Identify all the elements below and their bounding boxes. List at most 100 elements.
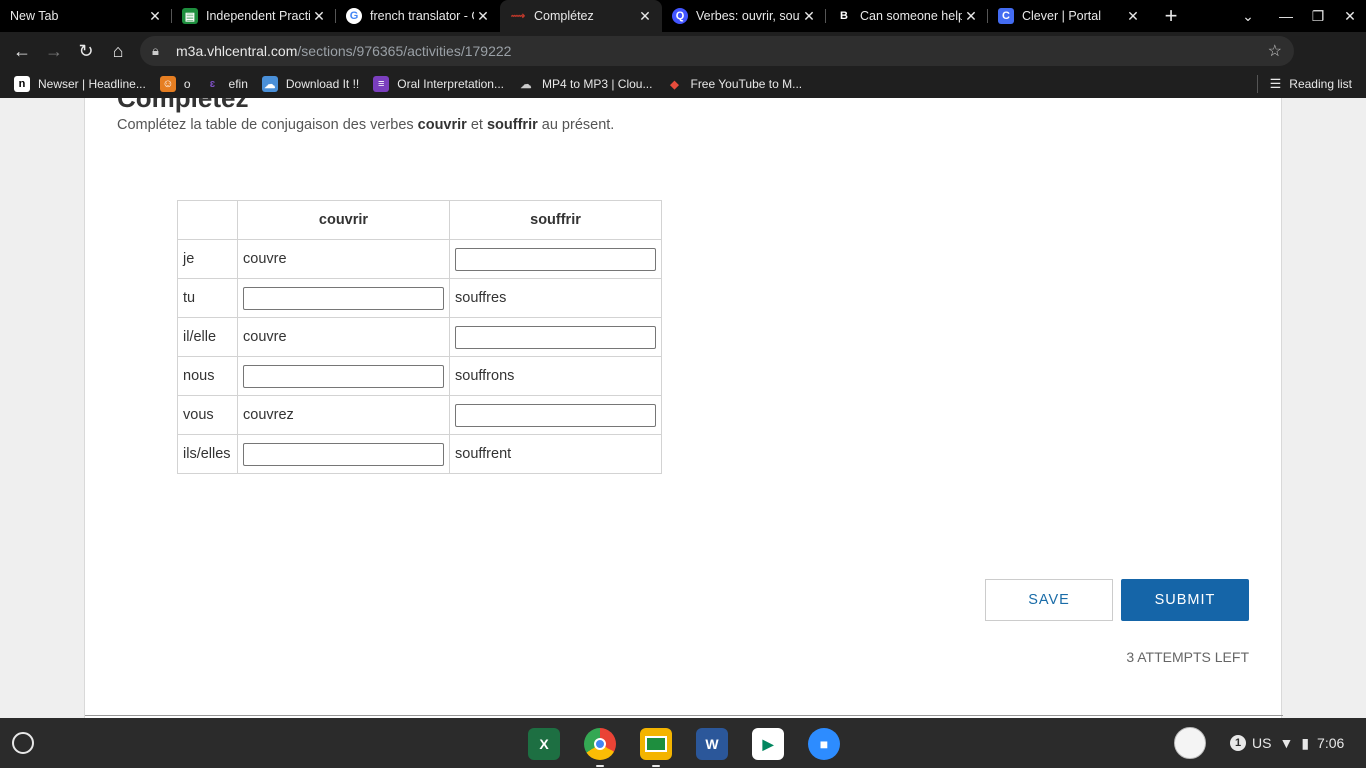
bookmark-free-youtube[interactable]: ◆ Free YouTube to M... [666, 76, 802, 92]
tab-title: french translator - Google Search [370, 9, 474, 23]
couvrir-cell: couvrez [237, 395, 450, 435]
tab-independent-practice[interactable]: ▤ Independent Practice ✕ [172, 0, 336, 32]
answer-input-nous-couvrir[interactable] [243, 364, 444, 388]
souffrir-cell [449, 395, 662, 435]
souffrir-cell: souffrons [449, 356, 662, 396]
close-icon[interactable]: ✕ [962, 7, 980, 25]
bookmarks-bar: n Newser | Headline... ☺ o ɛ efin ☁ Down… [0, 70, 1366, 98]
lock-icon[interactable]: 🔒︎ [152, 43, 168, 59]
tab-completez[interactable]: ⟿ Complétez ✕ [500, 0, 662, 32]
tab-new-tab[interactable]: New Tab ✕ [0, 0, 172, 32]
battery-icon: ▮ [1301, 734, 1310, 751]
clock: 7:06 [1317, 735, 1345, 751]
couvrir-cell: couvre [237, 317, 450, 357]
efin-icon: ɛ [209, 78, 216, 90]
person-icon: ☺ [159, 76, 176, 92]
pronoun-cell: nous [177, 356, 238, 396]
url-text[interactable]: m3a.vhlcentral.com/sections/976365/activ… [176, 43, 511, 59]
browser-toolbar: ← → ↻ ⌂ 🔒︎ m3a.vhlcentral.com/sections/9… [0, 32, 1366, 92]
chrome-icon[interactable] [584, 728, 616, 767]
notification-badge: 1 [1230, 735, 1246, 751]
couvrir-cell [237, 434, 450, 474]
play-store-icon[interactable]: ▶ [752, 728, 784, 760]
table-row: vous couvrez [177, 395, 662, 435]
submit-button[interactable]: SUBMIT [1121, 579, 1249, 621]
table-header-row: couvrir souffrir [177, 200, 662, 240]
tab-google-search[interactable]: G french translator - Google Search ✕ [336, 0, 500, 32]
tab-title: Clever | Portal [1022, 9, 1101, 23]
souffrir-cell [449, 239, 662, 279]
save-button[interactable]: SAVE [985, 579, 1113, 621]
page-title: Complétez [117, 98, 249, 113]
table-row: tu souffres [177, 278, 662, 318]
close-icon[interactable]: ✕ [310, 7, 328, 25]
conjugation-table: couvrir souffrir je couvre tu souffres i… [177, 200, 662, 474]
tab-title: Complétez [534, 9, 594, 23]
back-icon[interactable]: ← [6, 35, 38, 67]
bookmark-mp4-to-mp3[interactable]: ☁ MP4 to MP3 | Clou... [518, 76, 652, 92]
quizlet-icon: Q [672, 8, 688, 24]
excel-icon[interactable]: X [528, 728, 560, 760]
newser-icon: n [14, 76, 30, 92]
tab-clever[interactable]: C Clever | Portal ✕ [988, 0, 1150, 32]
tab-title: Can someone help [860, 9, 962, 23]
close-icon[interactable]: ✕ [636, 7, 654, 25]
pronoun-cell: ils/elles [177, 434, 238, 474]
status-area[interactable]: 1 US ▼ ▮ 7:06 [1218, 727, 1358, 759]
zoom-icon[interactable]: ■ [808, 728, 840, 760]
bookmark-efin[interactable]: ɛ efin [205, 76, 248, 92]
close-icon[interactable]: ✕ [474, 7, 492, 25]
table-row: je couvre [177, 239, 662, 279]
table-row: ils/elles souffrent [177, 434, 662, 474]
answer-input-tu-couvrir[interactable] [243, 286, 444, 310]
tab-brainly[interactable]: B Can someone help ✕ [826, 0, 988, 32]
tab-title: New Tab [10, 9, 59, 23]
answer-input-je-souffrir[interactable] [455, 247, 656, 271]
bookmark-star-icon[interactable]: ☆ [1268, 41, 1282, 61]
tab-search-icon[interactable]: ⌄ [1232, 0, 1264, 32]
vhl-icon: ⟿ [510, 10, 526, 22]
close-window-icon[interactable]: ✕ [1334, 0, 1366, 32]
address-bar[interactable]: 🔒︎ m3a.vhlcentral.com/sections/976365/ac… [140, 36, 1294, 66]
bookmark-oral-interpretation[interactable]: ≡ Oral Interpretation... [373, 76, 504, 92]
cloudconvert-icon: ☁ [520, 78, 532, 91]
tab-quizlet[interactable]: Q Verbes: ouvrir, souffrir ✕ [662, 0, 826, 32]
bookmark-newser[interactable]: n Newser | Headline... [14, 76, 146, 92]
reading-list-icon: ☰ [1269, 76, 1282, 91]
forward-icon[interactable]: → [38, 35, 70, 67]
close-icon[interactable]: ✕ [146, 7, 164, 25]
avatar[interactable] [1174, 727, 1206, 759]
google-classroom-icon[interactable] [640, 728, 672, 767]
pronoun-cell: il/elle [177, 317, 238, 357]
pronoun-cell: je [177, 239, 238, 279]
souffrir-cell: souffres [449, 278, 662, 318]
activity-card: Complétez Complétez la table de conjugai… [84, 98, 1283, 718]
restore-icon[interactable]: ❐ [1302, 0, 1334, 32]
souffrir-cell: souffrent [449, 434, 662, 474]
bookmark-o[interactable]: ☺ o [159, 76, 191, 92]
reading-list-button[interactable]: ☰ Reading list [1256, 70, 1352, 98]
answer-input-vous-souffrir[interactable] [455, 403, 656, 427]
close-icon[interactable]: ✕ [1124, 7, 1142, 25]
answer-input-ils-elles-couvrir[interactable] [243, 442, 444, 466]
tab-title: Verbes: ouvrir, souffrir [696, 9, 800, 23]
new-tab-button[interactable]: + [1156, 0, 1186, 32]
minimize-icon[interactable]: — [1270, 0, 1302, 32]
couvrir-cell: couvre [237, 239, 450, 279]
instructions: Complétez la table de conjugaison des ve… [117, 117, 615, 133]
souffrir-cell [449, 317, 662, 357]
launcher-icon[interactable] [12, 732, 34, 754]
header-couvrir: couvrir [237, 200, 450, 240]
bookmark-download-it[interactable]: ☁ Download It !! [261, 76, 359, 92]
word-icon[interactable]: W [696, 728, 728, 760]
clever-icon: C [998, 8, 1014, 24]
attempts-left: 3 ATTEMPTS LEFT [1126, 649, 1249, 665]
wifi-icon: ▼ [1279, 735, 1294, 751]
home-icon[interactable]: ⌂ [102, 35, 134, 67]
answer-input-il-elle-souffrir[interactable] [455, 325, 656, 349]
close-icon[interactable]: ✕ [800, 7, 818, 25]
tab-title: Independent Practice [206, 9, 310, 23]
header-pronoun [177, 200, 238, 240]
google-icon: G [346, 8, 362, 24]
reload-icon[interactable]: ↻ [70, 35, 102, 67]
